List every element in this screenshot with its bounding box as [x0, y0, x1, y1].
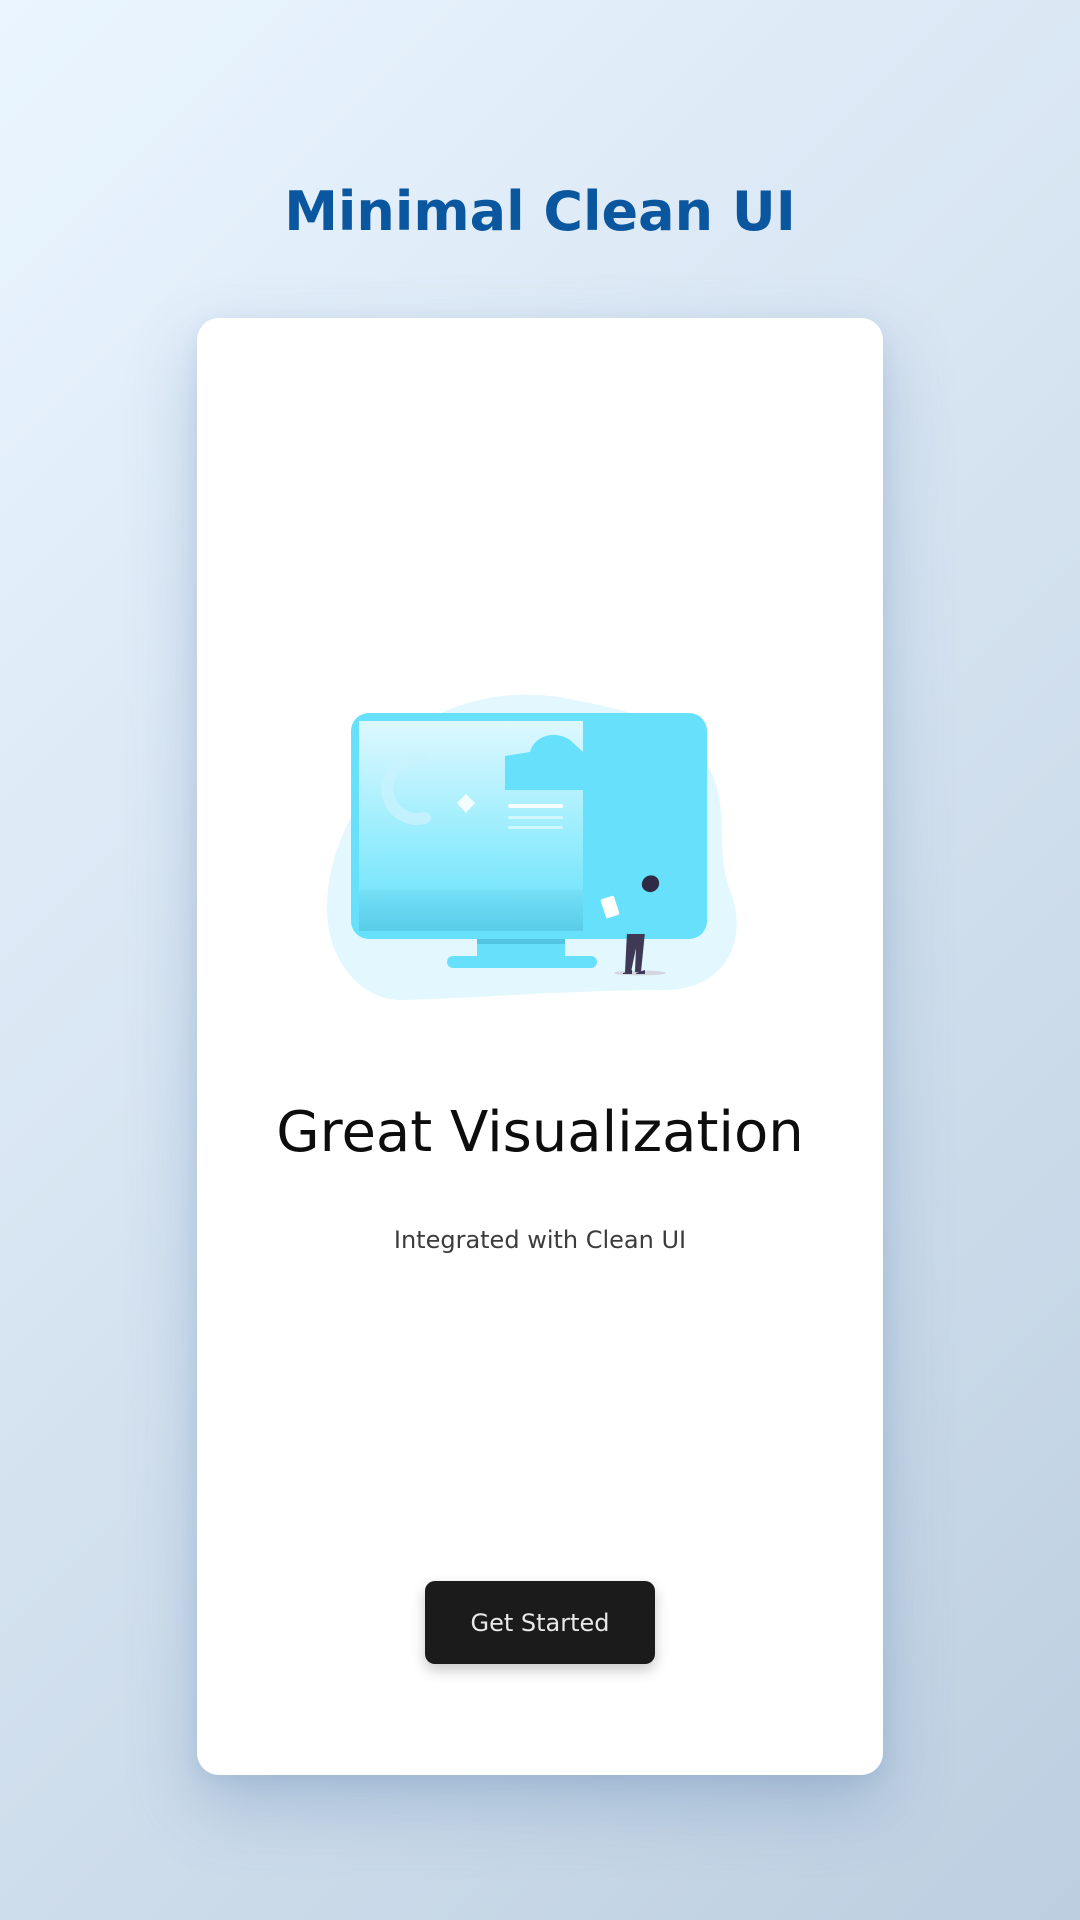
app-title: Minimal Clean UI: [284, 180, 796, 243]
get-started-button[interactable]: Get Started: [425, 1581, 655, 1664]
screen-shadow: [359, 890, 583, 931]
screen-line-3: [508, 826, 563, 829]
monitor-illustration: [326, 694, 737, 1001]
subtitle: Integrated with Clean UI: [393, 1226, 687, 1254]
headline: Great Visualization: [276, 1100, 804, 1165]
monitor-neck-shadow: [477, 939, 565, 944]
onboarding-card: Great Visualization Integrated with Clea…: [197, 318, 883, 1775]
monitor-base: [447, 956, 597, 968]
screen-line-1: [508, 804, 563, 808]
screen-line-2: [508, 816, 563, 819]
